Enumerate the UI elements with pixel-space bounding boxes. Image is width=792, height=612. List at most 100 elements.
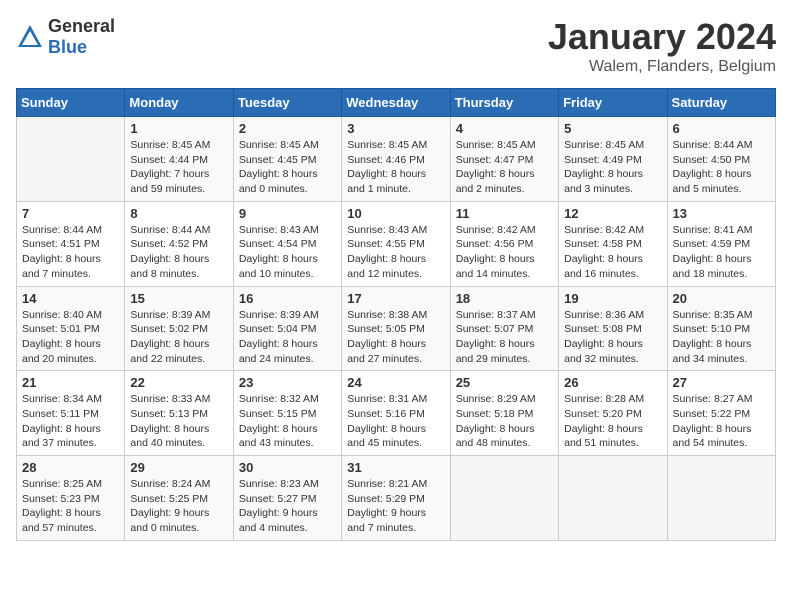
- calendar-cell: 14 Sunrise: 8:40 AMSunset: 5:01 PMDayligh…: [17, 286, 125, 371]
- calendar-cell: 2 Sunrise: 8:45 AMSunset: 4:45 PMDaylight…: [233, 117, 341, 202]
- day-info: Sunrise: 8:27 AMSunset: 5:22 PMDaylight:…: [673, 392, 770, 451]
- calendar-cell: 17Sunrise: 8:38 AMSunset: 5:05 PMDayligh…: [342, 286, 450, 371]
- weekday-header-sunday: Sunday: [17, 89, 125, 117]
- day-number: 2: [239, 121, 336, 136]
- day-number: 17: [347, 291, 444, 306]
- calendar-cell: 25 Sunrise: 8:29 AMSunset: 5:18 PMDayligh…: [450, 371, 558, 456]
- day-number: 5: [564, 121, 661, 136]
- weekday-header-wednesday: Wednesday: [342, 89, 450, 117]
- logo-text: General Blue: [48, 16, 115, 58]
- day-number: 9: [239, 206, 336, 221]
- logo-blue: Blue: [48, 37, 87, 57]
- calendar-cell: 18 Sunrise: 8:37 AMSunset: 5:07 PMDayligh…: [450, 286, 558, 371]
- header: General Blue January 2024 Walem, Flander…: [16, 16, 776, 76]
- calendar-cell: 20Sunrise: 8:35 AMSunset: 5:10 PMDayligh…: [667, 286, 775, 371]
- weekday-header-friday: Friday: [559, 89, 667, 117]
- day-info: Sunrise: 8:44 AMSunset: 4:50 PMDaylight:…: [673, 138, 770, 197]
- day-info: Sunrise: 8:45 AMSunset: 4:49 PMDaylight:…: [564, 138, 661, 197]
- calendar-cell: [667, 456, 775, 541]
- calendar-cell: 4Sunrise: 8:45 AMSunset: 4:47 PMDaylight…: [450, 117, 558, 202]
- calendar-cell: 5 Sunrise: 8:45 AMSunset: 4:49 PMDaylight…: [559, 117, 667, 202]
- calendar-cell: 16 Sunrise: 8:39 AMSunset: 5:04 PMDayligh…: [233, 286, 341, 371]
- day-info: Sunrise: 8:42 AMSunset: 4:58 PMDaylight:…: [564, 223, 661, 282]
- day-info: Sunrise: 8:41 AMSunset: 4:59 PMDaylight:…: [673, 223, 770, 282]
- day-info: Sunrise: 8:40 AMSunset: 5:01 PMDaylight:…: [22, 308, 119, 367]
- day-number: 6: [673, 121, 770, 136]
- day-info: Sunrise: 8:21 AMSunset: 5:29 PMDaylight:…: [347, 477, 444, 536]
- day-info: Sunrise: 8:23 AMSunset: 5:27 PMDaylight:…: [239, 477, 336, 536]
- day-number: 31: [347, 460, 444, 475]
- day-number: 26: [564, 375, 661, 390]
- day-info: Sunrise: 8:28 AMSunset: 5:20 PMDaylight:…: [564, 392, 661, 451]
- calendar-cell: 12 Sunrise: 8:42 AMSunset: 4:58 PMDayligh…: [559, 201, 667, 286]
- day-info: Sunrise: 8:45 AMSunset: 4:47 PMDaylight:…: [456, 138, 553, 197]
- day-number: 22: [130, 375, 227, 390]
- day-info: Sunrise: 8:35 AMSunset: 5:10 PMDaylight:…: [673, 308, 770, 367]
- day-info: Sunrise: 8:44 AMSunset: 4:52 PMDaylight:…: [130, 223, 227, 282]
- day-number: 3: [347, 121, 444, 136]
- day-info: Sunrise: 8:39 AMSunset: 5:04 PMDaylight:…: [239, 308, 336, 367]
- day-number: 24: [347, 375, 444, 390]
- day-info: Sunrise: 8:43 AMSunset: 4:54 PMDaylight:…: [239, 223, 336, 282]
- day-info: Sunrise: 8:39 AMSunset: 5:02 PMDaylight:…: [130, 308, 227, 367]
- calendar-cell: 21Sunrise: 8:34 AMSunset: 5:11 PMDayligh…: [17, 371, 125, 456]
- calendar-cell: 30 Sunrise: 8:23 AMSunset: 5:27 PMDayligh…: [233, 456, 341, 541]
- weekday-header-tuesday: Tuesday: [233, 89, 341, 117]
- day-number: 25: [456, 375, 553, 390]
- day-number: 23: [239, 375, 336, 390]
- day-number: 19: [564, 291, 661, 306]
- calendar-cell: 13 Sunrise: 8:41 AMSunset: 4:59 PMDayligh…: [667, 201, 775, 286]
- calendar-cell: 3Sunrise: 8:45 AMSunset: 4:46 PMDaylight…: [342, 117, 450, 202]
- day-number: 18: [456, 291, 553, 306]
- day-number: 30: [239, 460, 336, 475]
- day-number: 16: [239, 291, 336, 306]
- calendar-cell: 29 Sunrise: 8:24 AMSunset: 5:25 PMDayligh…: [125, 456, 233, 541]
- day-info: Sunrise: 8:31 AMSunset: 5:16 PMDaylight:…: [347, 392, 444, 451]
- location-title: Walem, Flanders, Belgium: [548, 58, 776, 76]
- day-number: 29: [130, 460, 227, 475]
- day-number: 12: [564, 206, 661, 221]
- day-number: 28: [22, 460, 119, 475]
- calendar-cell: 31 Sunrise: 8:21 AMSunset: 5:29 PMDayligh…: [342, 456, 450, 541]
- calendar: SundayMondayTuesdayWednesdayThursdayFrid…: [16, 88, 776, 541]
- day-info: Sunrise: 8:42 AMSunset: 4:56 PMDaylight:…: [456, 223, 553, 282]
- day-info: Sunrise: 8:25 AMSunset: 5:23 PMDaylight:…: [22, 477, 119, 536]
- calendar-cell: 1Sunrise: 8:45 AMSunset: 4:44 PMDaylight…: [125, 117, 233, 202]
- calendar-cell: 11 Sunrise: 8:42 AMSunset: 4:56 PMDayligh…: [450, 201, 558, 286]
- day-number: 7: [22, 206, 119, 221]
- day-number: 10: [347, 206, 444, 221]
- day-info: Sunrise: 8:32 AMSunset: 5:15 PMDaylight:…: [239, 392, 336, 451]
- day-number: 8: [130, 206, 227, 221]
- calendar-cell: 15Sunrise: 8:39 AMSunset: 5:02 PMDayligh…: [125, 286, 233, 371]
- calendar-cell: 10 Sunrise: 8:43 AMSunset: 4:55 PMDayligh…: [342, 201, 450, 286]
- day-info: Sunrise: 8:33 AMSunset: 5:13 PMDaylight:…: [130, 392, 227, 451]
- day-number: 11: [456, 206, 553, 221]
- calendar-cell: 8 Sunrise: 8:44 AMSunset: 4:52 PMDaylight…: [125, 201, 233, 286]
- day-info: Sunrise: 8:44 AMSunset: 4:51 PMDaylight:…: [22, 223, 119, 282]
- day-info: Sunrise: 8:29 AMSunset: 5:18 PMDaylight:…: [456, 392, 553, 451]
- calendar-cell: 24 Sunrise: 8:31 AMSunset: 5:16 PMDayligh…: [342, 371, 450, 456]
- weekday-header-saturday: Saturday: [667, 89, 775, 117]
- weekday-header-monday: Monday: [125, 89, 233, 117]
- day-info: Sunrise: 8:24 AMSunset: 5:25 PMDaylight:…: [130, 477, 227, 536]
- title-area: January 2024 Walem, Flanders, Belgium: [548, 16, 776, 76]
- calendar-cell: [17, 117, 125, 202]
- day-number: 27: [673, 375, 770, 390]
- calendar-cell: [450, 456, 558, 541]
- month-title: January 2024: [548, 16, 776, 58]
- day-info: Sunrise: 8:43 AMSunset: 4:55 PMDaylight:…: [347, 223, 444, 282]
- calendar-cell: [559, 456, 667, 541]
- day-number: 13: [673, 206, 770, 221]
- calendar-cell: 26 Sunrise: 8:28 AMSunset: 5:20 PMDayligh…: [559, 371, 667, 456]
- day-info: Sunrise: 8:37 AMSunset: 5:07 PMDaylight:…: [456, 308, 553, 367]
- logo-general: General: [48, 16, 115, 36]
- day-info: Sunrise: 8:45 AMSunset: 4:44 PMDaylight:…: [130, 138, 227, 197]
- calendar-cell: 19Sunrise: 8:36 AMSunset: 5:08 PMDayligh…: [559, 286, 667, 371]
- day-info: Sunrise: 8:45 AMSunset: 4:45 PMDaylight:…: [239, 138, 336, 197]
- calendar-cell: 23 Sunrise: 8:32 AMSunset: 5:15 PMDayligh…: [233, 371, 341, 456]
- calendar-cell: 27 Sunrise: 8:27 AMSunset: 5:22 PMDayligh…: [667, 371, 775, 456]
- logo-icon: [16, 23, 44, 51]
- calendar-cell: 6 Sunrise: 8:44 AMSunset: 4:50 PMDaylight…: [667, 117, 775, 202]
- calendar-cell: 7 Sunrise: 8:44 AMSunset: 4:51 PMDaylight…: [17, 201, 125, 286]
- day-number: 14: [22, 291, 119, 306]
